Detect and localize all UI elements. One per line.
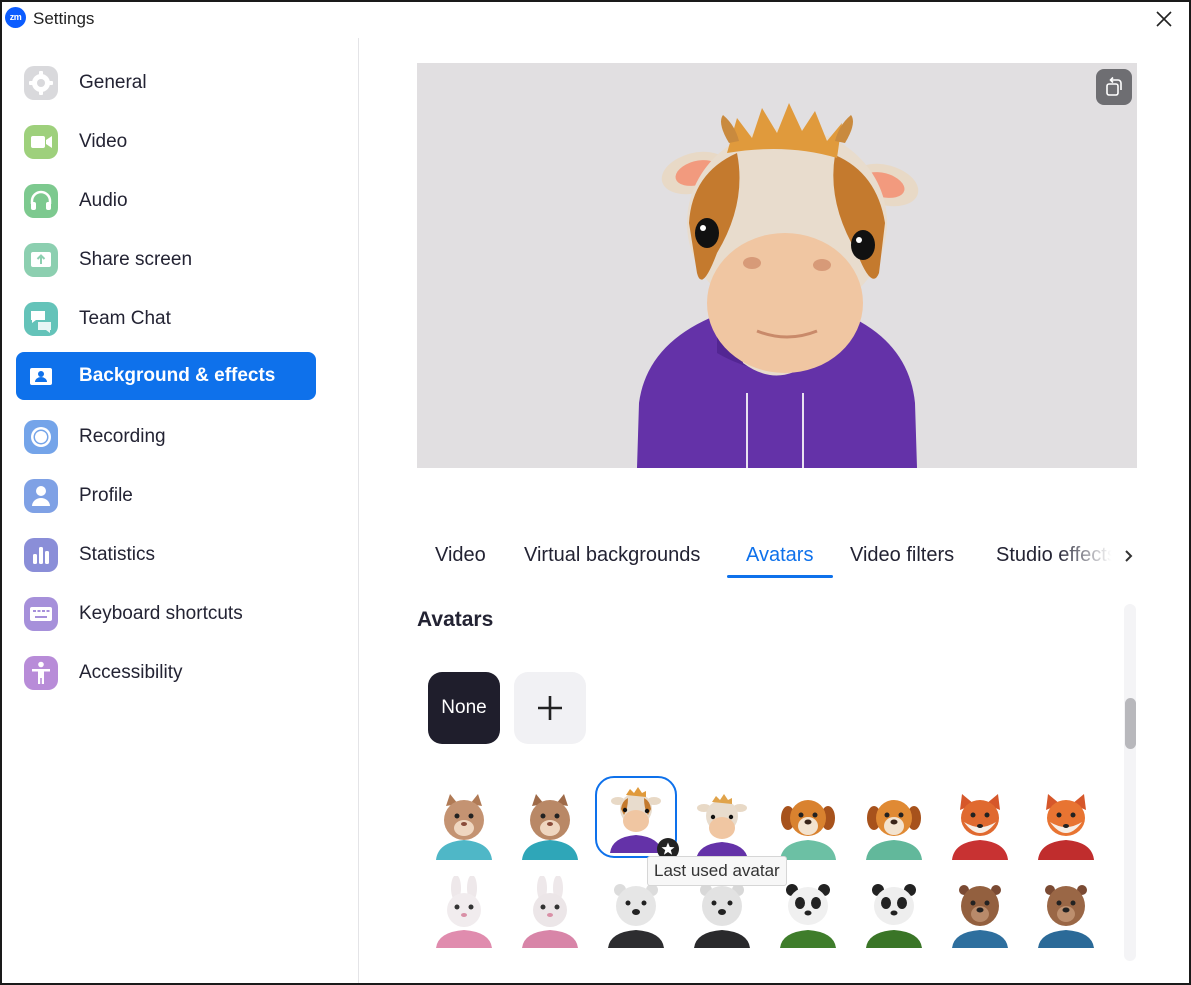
rabbit-avatar[interactable] [514, 875, 586, 948]
video-preview [417, 63, 1137, 468]
sidebar-item-recording[interactable]: Recording [16, 413, 316, 461]
panda-avatar[interactable] [772, 876, 844, 948]
cat-avatar[interactable] [514, 788, 586, 860]
sidebar-item-label: Audio [79, 190, 128, 211]
sidebar-item-label: Keyboard shortcuts [79, 603, 243, 624]
zoom-logo-icon: zm [5, 7, 26, 28]
close-button[interactable] [1149, 4, 1179, 34]
plus-icon [538, 696, 562, 720]
active-tab-indicator [727, 575, 833, 578]
section-title: Avatars [417, 608, 494, 631]
beaver-avatar[interactable] [1030, 876, 1102, 948]
cow-avatar[interactable] [595, 776, 679, 860]
sidebar-item-share-screen[interactable]: Share screen [16, 236, 316, 284]
cow-avatar-preview [637, 103, 919, 468]
share-screen-icon [24, 243, 58, 277]
accessibility-icon [24, 656, 58, 690]
add-avatar-button[interactable] [514, 672, 586, 744]
sidebar-item-background-effects[interactable]: Background & effects [16, 352, 316, 400]
fox-avatar[interactable] [944, 788, 1016, 860]
rotate-camera-button[interactable] [1096, 69, 1132, 105]
video-camera-icon [24, 125, 58, 159]
profile-icon [24, 479, 58, 513]
sidebar-item-label: General [79, 72, 147, 93]
close-icon [1156, 11, 1172, 27]
sidebar-item-audio[interactable]: Audio [16, 177, 316, 225]
tab-overflow-fade [1057, 536, 1121, 574]
beaver-avatar[interactable] [944, 876, 1016, 948]
background-effects-icon [24, 359, 58, 393]
sidebar-item-label: Recording [79, 426, 166, 447]
sidebar-item-label: Statistics [79, 544, 156, 565]
sidebar-item-team-chat[interactable]: Team Chat [16, 295, 316, 343]
cat-avatar[interactable] [428, 788, 500, 860]
fox-avatar[interactable] [1030, 788, 1102, 860]
chevron-right-icon[interactable] [1120, 546, 1138, 566]
panda-avatar[interactable] [858, 876, 930, 948]
settings-window: zm Settings General Video Audio Share sc… [0, 0, 1191, 985]
statistics-icon [24, 538, 58, 572]
gear-icon [24, 66, 58, 100]
keyboard-icon [24, 597, 58, 631]
tab-video-filters[interactable]: Video filters [850, 544, 954, 567]
polar-bear-avatar[interactable] [600, 876, 672, 948]
tab-avatars[interactable]: Avatars [746, 544, 813, 567]
sidebar-item-video[interactable]: Video [16, 118, 316, 166]
polar-bear-avatar[interactable] [686, 876, 758, 948]
effects-tabs: Video Virtual backgrounds Avatars Video … [417, 532, 1137, 580]
background-effects-panel: Video Virtual backgrounds Avatars Video … [360, 38, 1189, 983]
chat-bubbles-icon [24, 302, 58, 336]
dog-avatar[interactable] [772, 788, 844, 860]
cow-avatar[interactable] [686, 788, 758, 860]
avatars-scrollbar-track [1124, 604, 1136, 961]
sidebar-item-label: Accessibility [79, 662, 183, 683]
tab-virtual-backgrounds[interactable]: Virtual backgrounds [524, 544, 700, 567]
sidebar-item-label: Share screen [79, 249, 193, 270]
headphones-icon [24, 184, 58, 218]
rabbit-avatar[interactable] [428, 875, 500, 948]
tab-video[interactable]: Video [435, 544, 486, 567]
window-title: Settings [33, 9, 95, 28]
settings-sidebar: General Video Audio Share screen Team Ch… [2, 38, 359, 983]
no-avatar-button[interactable]: None [428, 672, 500, 744]
sidebar-item-keyboard-shortcuts[interactable]: Keyboard shortcuts [16, 590, 316, 638]
sidebar-item-general[interactable]: General [16, 59, 316, 107]
sidebar-item-statistics[interactable]: Statistics [16, 531, 316, 579]
sidebar-item-label: Profile [79, 485, 133, 506]
record-icon [24, 420, 58, 454]
title-bar: zm Settings [2, 2, 1189, 38]
dog-avatar[interactable] [858, 788, 930, 860]
rotate-icon [1106, 76, 1122, 96]
sidebar-item-profile[interactable]: Profile [16, 472, 316, 520]
sidebar-item-accessibility[interactable]: Accessibility [16, 649, 316, 697]
sidebar-item-label: Video [79, 131, 128, 152]
sidebar-item-label: Team Chat [79, 308, 171, 329]
avatars-scrollbar-thumb[interactable] [1125, 698, 1136, 749]
sidebar-item-label: Background & effects [79, 365, 276, 386]
last-used-tooltip: Last used avatar [647, 856, 787, 886]
